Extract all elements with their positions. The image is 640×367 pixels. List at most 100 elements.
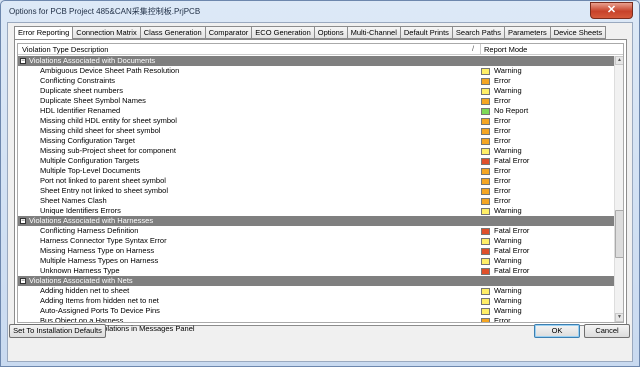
violation-type: Adding hidden net to sheet <box>40 286 130 295</box>
violation-type: Port not linked to parent sheet symbol <box>40 176 166 185</box>
report-mode-text: Fatal Error <box>494 226 530 235</box>
violation-row[interactable]: Missing Configuration Target Error <box>18 136 614 146</box>
collapse-icon[interactable]: − <box>20 58 26 64</box>
violation-row[interactable]: Multiple Harness Types on Harness Warning <box>18 256 614 266</box>
scroll-down-icon[interactable]: ▼ <box>615 313 623 322</box>
error-reporting-panel: Violation Type Description / Report Mode… <box>14 39 627 326</box>
column-header-type[interactable]: Violation Type Description <box>22 45 108 54</box>
violation-row[interactable]: Duplicate sheet numbers Warning <box>18 86 614 96</box>
tab-multi-channel[interactable]: Multi-Channel <box>347 26 401 39</box>
violation-type: Adding Items from hidden net to net <box>40 296 159 305</box>
violation-row[interactable]: Multiple Top-Level Documents Error <box>18 166 614 176</box>
mode-color-icon <box>481 158 490 165</box>
tab-eco-generation[interactable]: ECO Generation <box>252 26 315 39</box>
mode-color-icon <box>481 318 490 322</box>
report-mode-text: Fatal Error <box>494 156 530 165</box>
violation-row[interactable]: Conflicting Harness Definition Fatal Erro… <box>18 226 614 236</box>
mode-color-icon <box>481 238 490 245</box>
tab-class-generation[interactable]: Class Generation <box>140 26 206 39</box>
mode-color-icon <box>481 138 490 145</box>
violation-row[interactable]: Sheet Names Clash Error <box>18 196 614 206</box>
violation-row[interactable]: Harness Connector Type Syntax Error Warni… <box>18 236 614 246</box>
violation-row[interactable]: Missing child HDL entity for sheet symbo… <box>18 116 614 126</box>
tab-search-paths[interactable]: Search Paths <box>452 26 505 39</box>
mode-color-icon <box>481 288 490 295</box>
mode-color-icon <box>481 268 490 275</box>
cancel-button[interactable]: Cancel <box>584 324 630 338</box>
mode-color-icon <box>481 228 490 235</box>
violation-row[interactable]: Duplicate Sheet Symbol Names Error <box>18 96 614 106</box>
violation-row[interactable]: Missing child sheet for sheet symbol Erro… <box>18 126 614 136</box>
mode-color-icon <box>481 208 490 215</box>
violation-row[interactable]: Port not linked to parent sheet symbol Er… <box>18 176 614 186</box>
report-mode-text: Warning <box>494 206 522 215</box>
violation-row[interactable]: Ambiguous Device Sheet Path Resolution Wa… <box>18 66 614 76</box>
tab-comparator[interactable]: Comparator <box>205 26 253 39</box>
report-mode-text: Error <box>494 166 511 175</box>
report-mode-text: Error <box>494 186 511 195</box>
violation-row[interactable]: Adding hidden net to sheet Warning <box>18 286 614 296</box>
group-row[interactable]: − Violations Associated with Nets <box>18 276 614 286</box>
violation-type: Missing sub-Project sheet for component <box>40 146 176 155</box>
tab-error-reporting[interactable]: Error Reporting <box>14 26 74 40</box>
violation-type: Ambiguous Device Sheet Path Resolution <box>40 66 180 75</box>
violation-type: Multiple Configuration Targets <box>40 156 140 165</box>
report-mode-text: Warning <box>494 306 522 315</box>
violation-type: Multiple Harness Types on Harness <box>40 256 159 265</box>
mode-color-icon <box>481 188 490 195</box>
mode-color-icon <box>481 258 490 265</box>
mode-color-icon <box>481 68 490 75</box>
column-header-mode[interactable]: Report Mode <box>484 45 527 54</box>
violation-row[interactable]: Adding Items from hidden net to net Warni… <box>18 296 614 306</box>
violation-type: Duplicate Sheet Symbol Names <box>40 96 146 105</box>
mode-color-icon <box>481 148 490 155</box>
tab-connection-matrix[interactable]: Connection Matrix <box>73 26 141 39</box>
dialog-client-area: Error Reporting Connection Matrix Class Ge… <box>7 22 633 362</box>
mode-color-icon <box>481 198 490 205</box>
scroll-thumb[interactable] <box>615 210 623 258</box>
violation-row[interactable]: Unknown Harness Type Fatal Error <box>18 266 614 276</box>
violation-rows: − Violations Associated with Documents Amb… <box>18 56 614 322</box>
set-defaults-button[interactable]: Set To Installation Defaults <box>9 324 106 338</box>
violation-type: Missing Configuration Target <box>40 136 135 145</box>
violation-type: Missing Harness Type on Harness <box>40 246 155 255</box>
report-mode-text: Warning <box>494 86 522 95</box>
group-row[interactable]: − Violations Associated with Harnesses <box>18 216 614 226</box>
collapse-icon[interactable]: − <box>20 278 26 284</box>
violation-row[interactable]: Conflicting Constraints Error <box>18 76 614 86</box>
tab-default-prints[interactable]: Default Prints <box>400 26 453 39</box>
violation-row[interactable]: Missing sub-Project sheet for component W… <box>18 146 614 156</box>
report-mode-text: No Report <box>494 106 529 115</box>
report-mode-text: Warning <box>494 286 522 295</box>
group-row[interactable]: − Violations Associated with Documents <box>18 56 614 66</box>
vertical-scrollbar[interactable]: ▲ ▼ <box>614 56 623 322</box>
tab-parameters[interactable]: Parameters <box>504 26 551 39</box>
mode-color-icon <box>481 248 490 255</box>
tab-options[interactable]: Options <box>314 26 348 39</box>
report-mode-text: Warning <box>494 146 522 155</box>
violation-row[interactable]: HDL Identifier Renamed No Report <box>18 106 614 116</box>
violation-row[interactable]: Multiple Configuration Targets Fatal Erro… <box>18 156 614 166</box>
report-mode-text: Error <box>494 176 511 185</box>
violation-type: Multiple Top-Level Documents <box>40 166 141 175</box>
scroll-up-icon[interactable]: ▲ <box>615 56 623 65</box>
violation-row[interactable]: Bus Object on a Harness Error <box>18 316 614 322</box>
violation-row[interactable]: Unique Identifiers Errors Warning <box>18 206 614 216</box>
violation-row[interactable]: Sheet Entry not linked to sheet symbol Er… <box>18 186 614 196</box>
violation-row[interactable]: Auto-Assigned Ports To Device Pins Warnin… <box>18 306 614 316</box>
column-divider[interactable] <box>480 44 481 55</box>
group-label: Violations Associated with Harnesses <box>29 216 154 225</box>
violation-row[interactable]: Missing Harness Type on Harness Fatal Err… <box>18 246 614 256</box>
group-label: Violations Associated with Nets <box>29 276 133 285</box>
tab-device-sheets[interactable]: Device Sheets <box>550 26 607 39</box>
report-mode-text: Fatal Error <box>494 246 530 255</box>
report-mode-text: Error <box>494 196 511 205</box>
mode-color-icon <box>481 128 490 135</box>
window-title: Options for PCB Project 485&CAN采集控制板.Prj… <box>9 7 201 16</box>
violation-type: Conflicting Harness Definition <box>40 226 139 235</box>
ok-button[interactable]: OK <box>534 324 580 338</box>
close-button[interactable]: ✕ <box>590 2 633 19</box>
collapse-icon[interactable]: − <box>20 218 26 224</box>
report-mode-text: Warning <box>494 66 522 75</box>
options-dialog: Options for PCB Project 485&CAN采集控制板.Prj… <box>0 0 640 367</box>
